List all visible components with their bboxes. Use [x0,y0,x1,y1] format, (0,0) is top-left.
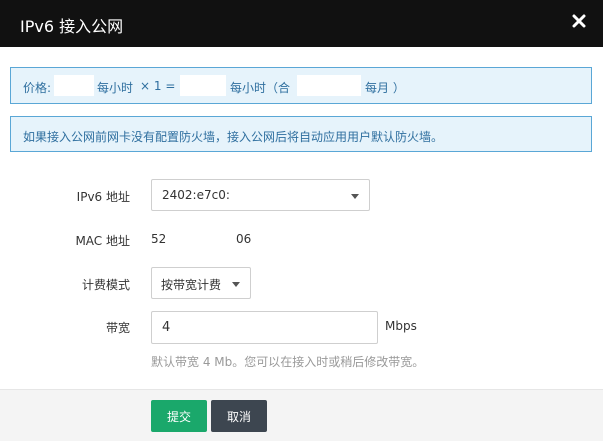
billing-mode-value: 按带宽计费 [161,278,222,292]
billing-mode-label: 计费模式 [81,278,130,292]
firewall-notice: 如果接入公网前网卡没有配置防火墙，接入公网后将自动应用用户默认防火墙。 [10,116,592,152]
dialog-header: IPv6 接入公网 [0,0,603,47]
price-hourly-value [54,75,94,96]
price-per-hour-label: 每小时 [97,81,134,95]
price-multiplier: × 1 = [140,79,176,93]
close-icon [572,14,586,28]
billing-mode-select[interactable]: 按带宽计费 [151,267,251,299]
dialog-body: 价格: 每小时 × 1 = 每小时（合 每月 ） 如果接入公网前网卡没有配置防火… [0,47,603,389]
bandwidth-input[interactable]: 4 [151,311,378,344]
bandwidth-unit: Mbps [385,319,417,333]
dialog-footer: 提交 取消 [0,389,603,441]
close-button[interactable] [569,11,589,31]
price-total-value [180,75,226,96]
submit-button[interactable]: 提交 [151,400,207,432]
chevron-down-icon [351,194,359,199]
ipv6-address-label: IPv6 地址 [76,190,130,204]
price-monthly-value [297,75,361,96]
mac-address-value-start: 52 [151,232,167,246]
price-per-hour-total-label: 每小时（合 [230,81,291,95]
cancel-button[interactable]: 取消 [211,400,267,432]
firewall-notice-text: 如果接入公网前网卡没有配置防火墙，接入公网后将自动应用用户默认防火墙。 [23,130,444,144]
price-prefix: 价格: [23,81,52,95]
bandwidth-input-value: 4 [162,320,171,335]
mac-address-value-end: 06 [236,232,252,246]
price-bar: 价格: 每小时 × 1 = 每小时（合 每月 ） [10,67,592,104]
mac-address-label: MAC 地址 [75,234,130,248]
bandwidth-hint: 默认带宽 4 Mb。您可以在接入时或稍后修改带宽。 [151,355,425,369]
bandwidth-label: 带宽 [105,321,130,335]
ipv6-address-select[interactable]: 2402:e7c0: [151,179,370,211]
dialog-title: IPv6 接入公网 [20,17,124,36]
price-per-month-label: 每月 ） [365,81,405,95]
ipv6-address-value: 2402:e7c0: [162,188,230,202]
chevron-down-icon [232,282,240,287]
